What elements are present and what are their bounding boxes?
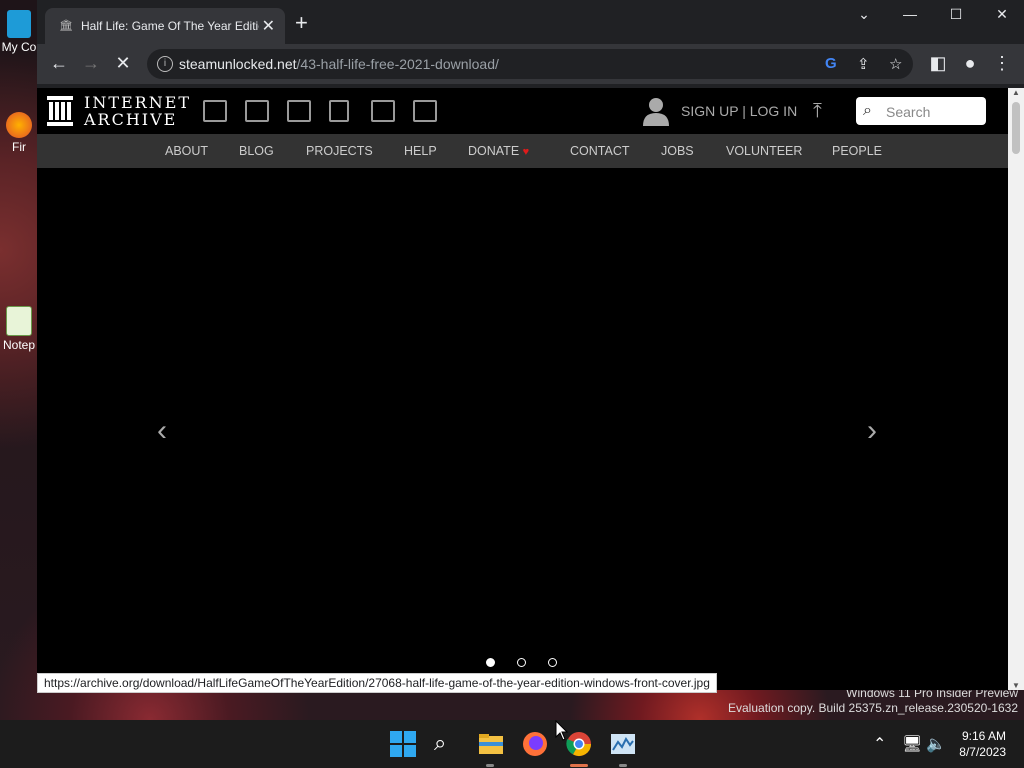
menu-icon[interactable]: ⋮ (991, 53, 1013, 74)
nav-donate-label: DONATE (468, 144, 520, 158)
logo-line: INTERNET (84, 93, 192, 112)
nav-about[interactable]: ABOUT (165, 144, 208, 158)
upload-icon[interactable]: ⤒ (813, 100, 822, 123)
side-panel-icon[interactable]: ◧ (927, 53, 949, 74)
archive-logo-text[interactable]: INTERNET ARCHIVE (84, 94, 191, 128)
nav-donate[interactable]: DONATE ♥ (468, 144, 529, 158)
search-input[interactable] (884, 101, 984, 123)
desktop-icon-label: Notep (2, 338, 36, 352)
video-icon[interactable] (287, 100, 311, 122)
tab-close-icon[interactable]: ✕ (262, 16, 275, 36)
page-scrollbar[interactable]: ▲ ▼ (1008, 88, 1024, 690)
search-icon[interactable]: ⌕ (434, 730, 462, 758)
software-icon[interactable] (371, 100, 395, 122)
minimize-icon[interactable]: — (895, 6, 925, 22)
desktop-icon-firefox[interactable]: Fir (0, 112, 38, 154)
nav-projects[interactable]: PROJECTS (306, 144, 373, 158)
google-lens-icon[interactable]: G (825, 55, 837, 72)
carousel-prev-icon[interactable]: ‹ (157, 414, 167, 448)
volume-icon[interactable]: 🔈 (926, 734, 946, 754)
nav-people[interactable]: PEOPLE (832, 144, 882, 158)
desktop-icon-label: My Co (1, 40, 37, 54)
images-icon[interactable] (413, 100, 437, 122)
user-icon[interactable] (642, 96, 670, 126)
web-icon[interactable] (203, 100, 227, 122)
stop-loading-icon[interactable]: ✕ (112, 53, 134, 74)
system-clock[interactable]: 9:16 AM 8/7/2023 (959, 728, 1006, 760)
address-bar[interactable]: i steamunlocked.net/43-half-life-free-20… (147, 49, 913, 79)
active-indicator (570, 764, 588, 767)
windows-start-icon[interactable] (389, 730, 417, 758)
carousel-next-icon[interactable]: › (867, 414, 877, 448)
network-icon[interactable]: 🖥 (902, 734, 922, 754)
forward-icon[interactable]: → (80, 53, 102, 74)
nav-contact[interactable]: CONTACT (570, 144, 630, 158)
back-icon[interactable]: ← (48, 53, 70, 74)
site-info-icon[interactable]: i (157, 56, 173, 72)
clock-time: 9:16 AM (961, 729, 1006, 743)
ia-nav-bar: ABOUT BLOG PROJECTS HELP DONATE ♥ CONTAC… (37, 134, 1008, 168)
scroll-down-icon[interactable]: ▼ (1012, 681, 1020, 690)
carousel-dot[interactable] (486, 658, 495, 667)
archive-logo-icon[interactable] (47, 96, 73, 126)
status-bar-url: https://archive.org/download/HalfLifeGam… (37, 673, 717, 693)
chrome-icon[interactable] (565, 730, 593, 758)
tab-search-icon[interactable]: ⌄ (849, 6, 879, 23)
running-indicator (619, 764, 627, 767)
scrollbar-thumb[interactable] (1012, 102, 1020, 154)
browser-window: 🏛 Half Life: Game Of The Year Editio ✕ +… (37, 0, 1024, 690)
file-explorer-icon[interactable] (477, 730, 505, 758)
nav-jobs[interactable]: JOBS (661, 144, 694, 158)
clock-date: 8/7/2023 (959, 745, 1006, 759)
web-page: INTERNET ARCHIVE SIGN UP | LOG IN ⤒ ⌕ AB… (37, 88, 1008, 690)
search-icon: ⌕ (863, 102, 872, 119)
url-domain: steamunlocked.net (179, 56, 297, 72)
signup-login-link[interactable]: SIGN UP | LOG IN (681, 103, 797, 119)
carousel-dot[interactable] (548, 658, 557, 667)
new-tab-icon[interactable]: + (295, 12, 308, 34)
running-indicator (486, 764, 494, 767)
browser-toolbar: ← → ✕ i steamunlocked.net/43-half-life-f… (37, 44, 1024, 84)
url-text[interactable]: steamunlocked.net/43-half-life-free-2021… (179, 56, 499, 72)
scroll-up-icon[interactable]: ▲ (1012, 88, 1020, 97)
audio-icon[interactable] (329, 100, 349, 122)
desktop-icon-label: Fir (12, 140, 26, 154)
mouse-cursor-icon (555, 720, 569, 741)
maximize-icon[interactable]: ☐ (941, 6, 971, 23)
ia-header: INTERNET ARCHIVE SIGN UP | LOG IN ⤒ ⌕ (37, 88, 1008, 134)
browser-tab[interactable]: 🏛 Half Life: Game Of The Year Editio ✕ (45, 8, 285, 44)
desktop-icon-notepad[interactable]: Notep (0, 306, 38, 352)
archive-favicon-icon: 🏛 (59, 20, 73, 32)
firefox-icon[interactable] (521, 730, 549, 758)
desktop-icon-my-computer[interactable]: My Co (0, 10, 38, 54)
taskbar: ⌕ ⌃ 🖥 🔈 9:16 AM 8/7/2023 (0, 720, 1024, 768)
tab-strip: 🏛 Half Life: Game Of The Year Editio ✕ +… (37, 0, 1024, 44)
nav-blog[interactable]: BLOG (239, 144, 274, 158)
nav-volunteer[interactable]: VOLUNTEER (726, 144, 802, 158)
show-hidden-icons-icon[interactable]: ⌃ (873, 734, 886, 754)
notepad-icon (6, 306, 32, 336)
share-icon[interactable]: ⇪ (857, 55, 870, 73)
profile-icon[interactable]: ● (959, 53, 981, 74)
firefox-icon (6, 112, 32, 138)
carousel-dot[interactable] (517, 658, 526, 667)
bookmark-star-icon[interactable]: ☆ (889, 55, 902, 73)
watermark-line: Evaluation copy. Build 25375.zn_release.… (728, 701, 1018, 715)
texts-icon[interactable] (245, 100, 269, 122)
window-close-icon[interactable]: ✕ (987, 6, 1017, 23)
nav-help[interactable]: HELP (404, 144, 437, 158)
logo-line: ARCHIVE (84, 110, 178, 129)
windows-watermark: Windows 11 Pro Insider Preview Evaluatio… (728, 686, 1018, 716)
search-box[interactable]: ⌕ (856, 97, 986, 125)
tab-title: Half Life: Game Of The Year Editio (81, 19, 259, 33)
computer-icon (7, 10, 31, 38)
heart-icon: ♥ (522, 146, 530, 158)
url-path: /43-half-life-free-2021-download/ (296, 56, 499, 72)
task-manager-icon[interactable] (609, 730, 637, 758)
